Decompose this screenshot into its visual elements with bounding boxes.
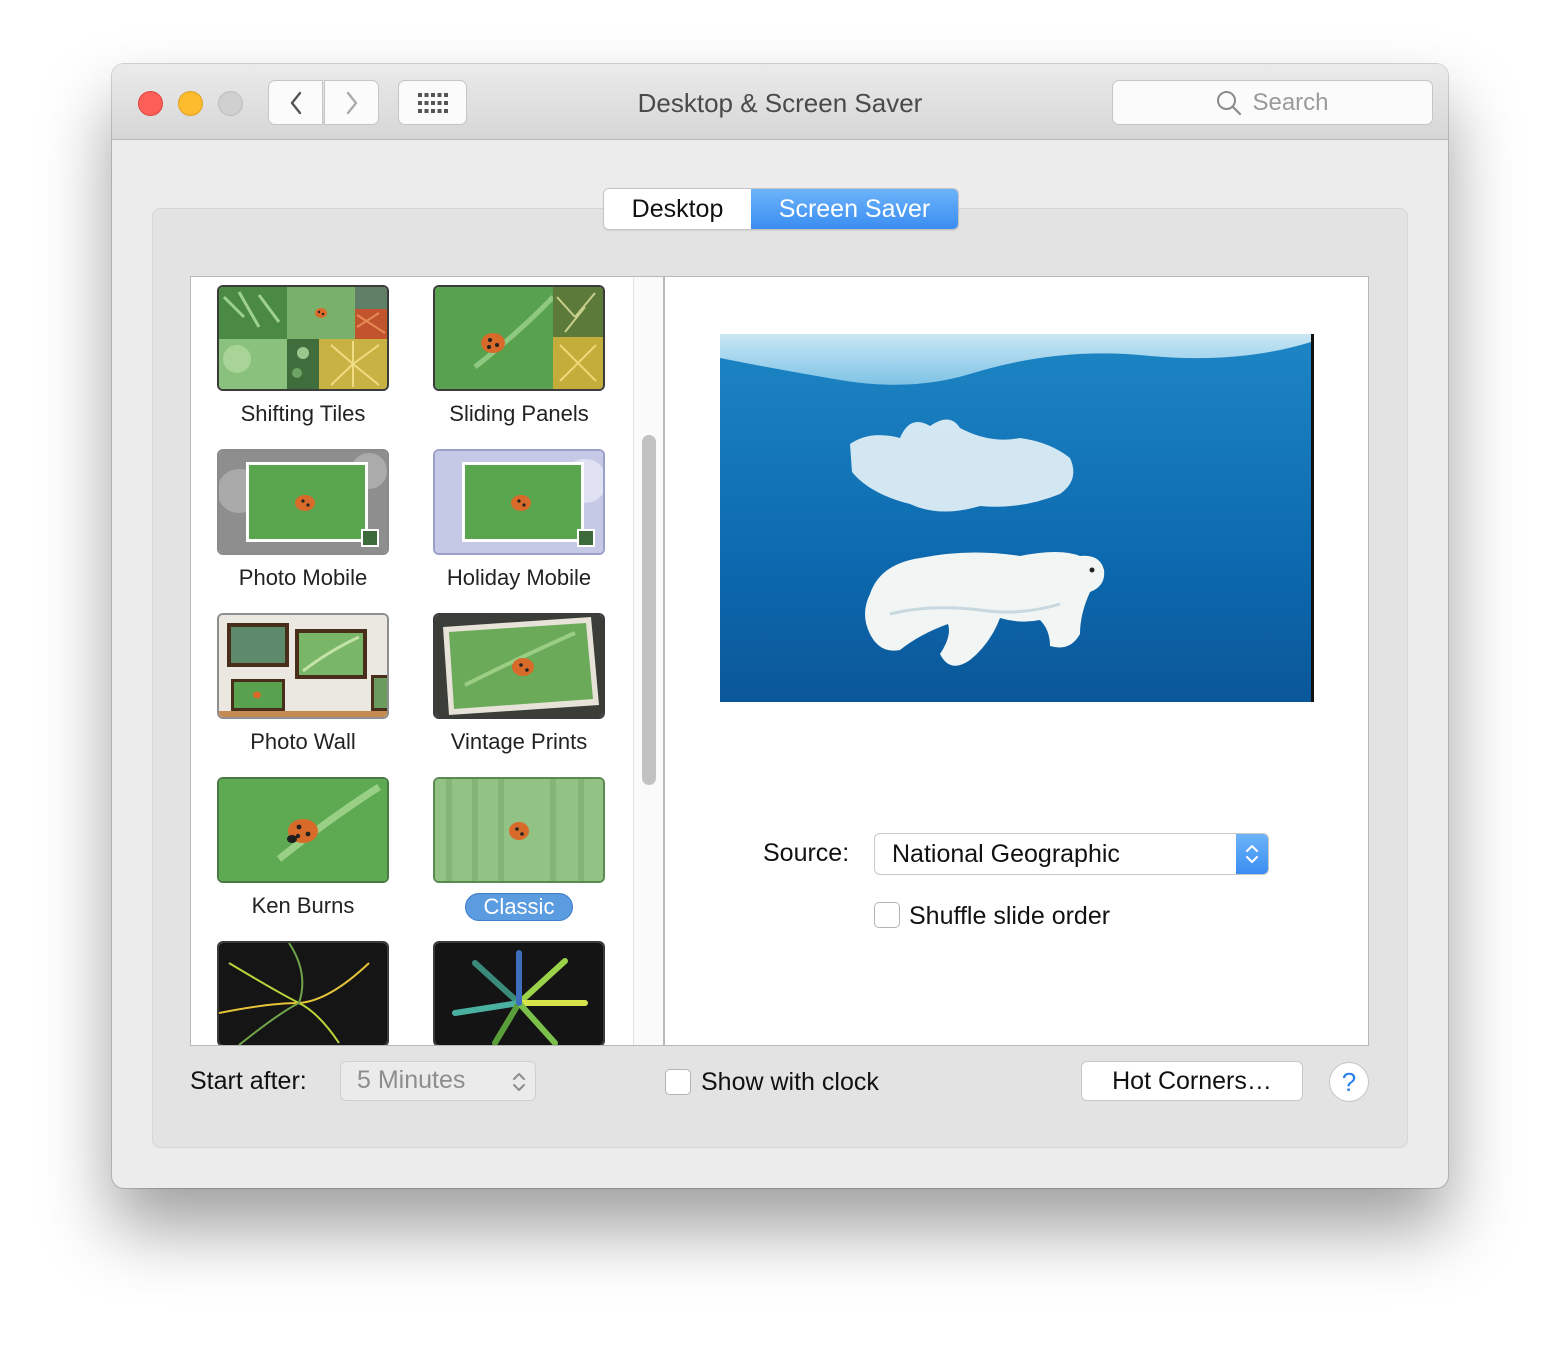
shuffle-label: Shuffle slide order [909,902,1111,930]
screensaver-label: Holiday Mobile [446,565,592,590]
screensaver-item-sliding-panels[interactable]: Sliding Panels [419,285,619,427]
shuffle-checkbox[interactable] [874,902,900,928]
start-after-popup[interactable]: 5 Minutes [340,1061,536,1101]
screensaver-label: Photo Wall [250,729,356,754]
photo-mobile-thumbnail [217,449,389,555]
scrollbar-thumb[interactable] [642,435,656,785]
arabesque-thumbnail [433,941,605,1045]
screensaver-list[interactable]: Shifting Tiles Sliding Panels Photo Mobi… [190,276,664,1046]
minimize-button[interactable] [178,91,203,116]
screensaver-label: Ken Burns [251,893,355,918]
search-placeholder: Search [1252,88,1329,116]
grid-icon [417,92,448,113]
hot-corners-button[interactable]: Hot Corners… [1081,1061,1303,1101]
zoom-button[interactable] [218,91,243,116]
screensaver-label: Vintage Prints [450,729,588,754]
tab-bar: Desktop Screen Saver [603,188,959,230]
sliding-panels-thumbnail [433,285,605,391]
screensaver-item-photo-mobile[interactable]: Photo Mobile [203,449,403,591]
forward-button[interactable] [324,80,379,125]
title-bar: Desktop & Screen Saver Search [112,64,1448,140]
screensaver-item-photo-wall[interactable]: Photo Wall [203,613,403,755]
screensaver-label: Photo Mobile [238,565,368,590]
help-button[interactable]: ? [1329,1062,1369,1102]
back-button[interactable] [268,80,323,125]
screensaver-item-vintage-prints[interactable]: Vintage Prints [419,613,619,755]
holiday-mobile-thumbnail [433,449,605,555]
popup-arrows-icon [513,1073,525,1091]
preview-panel: Source: National Geographic Shuffle slid… [664,276,1369,1046]
list-scrollbar[interactable] [633,277,663,1045]
search-icon [1217,90,1242,115]
tab-screen-saver[interactable]: Screen Saver [751,189,958,229]
classic-thumbnail [433,777,605,883]
photo-wall-thumbnail [217,613,389,719]
start-after-label: Start after: [190,1067,307,1095]
source-popup[interactable]: National Geographic [874,833,1269,875]
window-title: Desktop & Screen Saver [637,88,923,118]
screensaver-label: Sliding Panels [449,401,589,426]
popup-arrows-icon [1236,834,1268,874]
ken-burns-thumbnail [217,777,389,883]
screensaver-label-selected: Classic [464,893,574,921]
screensaver-label: Shifting Tiles [240,401,366,426]
show-with-clock-checkbox[interactable] [665,1069,691,1095]
chevron-right-icon [346,91,357,114]
screensaver-item-holiday-mobile[interactable]: Holiday Mobile [419,449,619,591]
screensaver-item-ken-burns[interactable]: Ken Burns [203,777,403,919]
chevron-left-icon [290,91,301,114]
search-field[interactable]: Search [1112,80,1433,125]
source-label: Source: [763,839,850,867]
screensaver-item-flurry[interactable] [203,941,403,1045]
start-after-value: 5 Minutes [357,1066,466,1094]
screensaver-item-classic[interactable]: Classic [419,777,619,921]
screensaver-item-shifting-tiles[interactable]: Shifting Tiles [203,285,403,427]
flurry-thumbnail [217,941,389,1045]
show-all-button[interactable] [398,80,467,125]
show-with-clock-label: Show with clock [701,1068,879,1096]
preferences-window: Desktop & Screen Saver Search Desktop Sc… [112,64,1448,1188]
source-value: National Geographic [892,840,1120,868]
screensaver-item-arabesque[interactable] [419,941,619,1045]
close-button[interactable] [138,91,163,116]
shifting-tiles-thumbnail [217,285,389,391]
tab-desktop[interactable]: Desktop [604,189,751,229]
screensaver-preview-image [720,334,1314,702]
vintage-prints-thumbnail [433,613,605,719]
